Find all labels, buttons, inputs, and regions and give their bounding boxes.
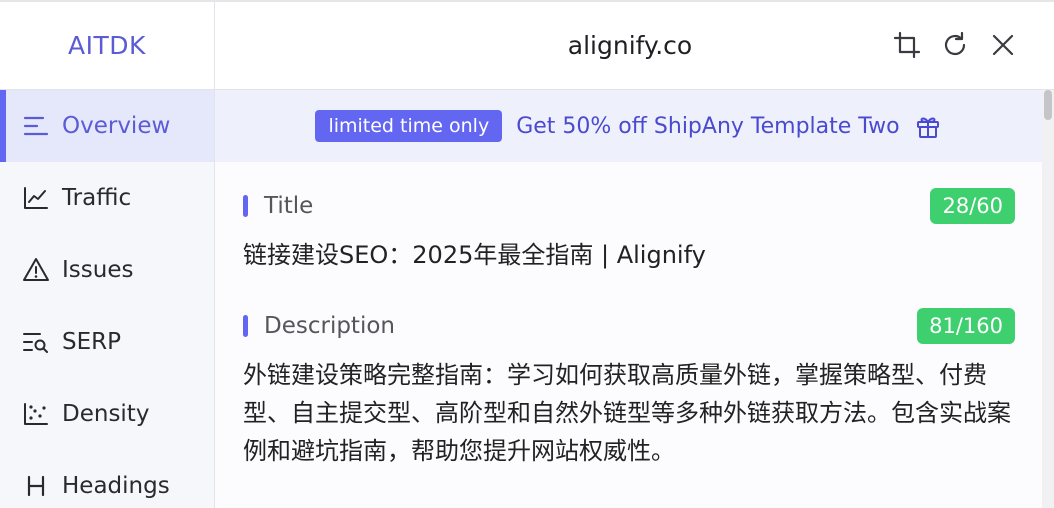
title-label: Title (243, 193, 313, 219)
header-actions (890, 28, 1020, 62)
serp-search-icon (22, 328, 50, 356)
heading-icon (22, 472, 50, 500)
sidebar: AITDK Overview Traffic Issues SERP Densi… (0, 2, 215, 508)
title-header: Title 28/60 (243, 186, 1015, 226)
brand-area: AITDK (0, 2, 214, 90)
description-section: Description 81/160 外链建设策略完整指南：学习如何获取高质量外… (243, 306, 1015, 470)
crop-icon[interactable] (890, 28, 924, 62)
title-value: 链接建设SEO：2025年最全指南 | Alignify (243, 241, 706, 269)
scrollbar[interactable] (1042, 90, 1054, 508)
promo-badge: limited time only (315, 110, 503, 142)
gift-icon (914, 112, 942, 140)
sidebar-item-issues[interactable]: Issues (0, 234, 214, 306)
promo-banner[interactable]: limited time only Get 50% off ShipAny Te… (215, 90, 1042, 162)
refresh-icon[interactable] (938, 28, 972, 62)
scatter-icon (22, 400, 50, 428)
sidebar-item-label: SERP (62, 329, 121, 355)
sidebar-item-label: Traffic (62, 185, 132, 211)
sidebar-item-overview[interactable]: Overview (0, 90, 214, 162)
description-header: Description 81/160 (243, 306, 1015, 346)
sidebar-item-label: Issues (62, 257, 134, 283)
sidebar-item-label: Overview (62, 113, 171, 139)
warning-icon (22, 256, 50, 284)
sidebar-item-label: Headings (62, 473, 170, 499)
overview-content: Title 28/60 链接建设SEO：2025年最全指南 | Alignify… (215, 162, 1042, 508)
line-chart-icon (22, 184, 50, 212)
scrollbar-thumb[interactable] (1044, 90, 1052, 120)
title-count-badge: 28/60 (930, 188, 1015, 224)
description-label: Description (243, 313, 395, 339)
panel-header: alignify.co (215, 2, 1054, 90)
menu-lines-icon (22, 112, 50, 140)
title-section: Title 28/60 链接建设SEO：2025年最全指南 | Alignify (243, 186, 1015, 274)
sidebar-item-density[interactable]: Density (0, 378, 214, 450)
brand-logo-text[interactable]: AITDK (68, 31, 146, 60)
sidebar-item-headings[interactable]: Headings (0, 450, 214, 508)
sidebar-item-label: Density (62, 401, 150, 427)
sidebar-item-serp[interactable]: SERP (0, 306, 214, 378)
description-value: 外链建设策略完整指南：学习如何获取高质量外链，掌握策略型、付费型、自主提交型、高… (243, 361, 1011, 465)
sidebar-item-traffic[interactable]: Traffic (0, 162, 214, 234)
sidebar-nav: Overview Traffic Issues SERP Density Hea… (0, 90, 214, 508)
promo-link[interactable]: Get 50% off ShipAny Template Two (516, 114, 899, 139)
close-icon[interactable] (986, 28, 1020, 62)
description-count-badge: 81/160 (917, 308, 1015, 344)
